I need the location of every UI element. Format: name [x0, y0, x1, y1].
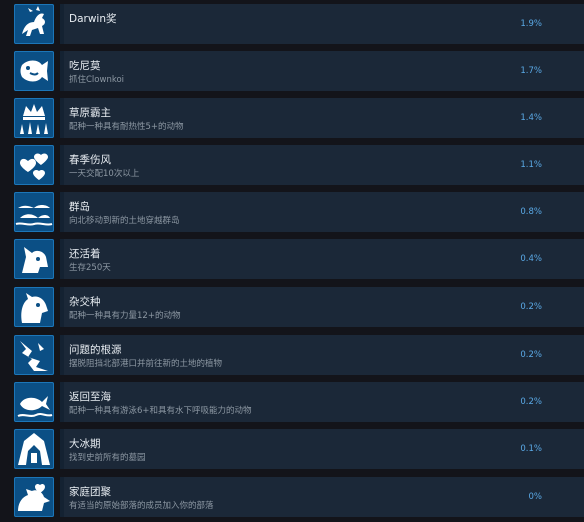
- achievement-title: Darwin奖: [69, 13, 117, 25]
- whale-icon: [14, 382, 54, 422]
- achievement-row[interactable]: 吃尼莫 抓住Clownkoi 1.7%: [14, 51, 584, 93]
- achievement-title: 家庭团聚: [69, 486, 111, 498]
- achievement-panel: 杂交种 配种一种具有力量12+的动物 0.2%: [60, 287, 584, 327]
- achievement-desc: 有适当的原始部落的成员加入你的部落: [69, 501, 214, 511]
- roots-icon: [14, 335, 54, 375]
- unlock-percent: 0.1%: [520, 444, 542, 454]
- achievement-panel: Darwin奖 1.9%: [60, 4, 584, 44]
- achievement-panel: 大冰期 找到史前所有的墓园 0.1%: [60, 429, 584, 469]
- achievement-row[interactable]: 还活着 生存250天 0.4%: [14, 239, 584, 281]
- unlock-percent: 1.7%: [520, 66, 542, 76]
- achievement-row[interactable]: 春季伤风 一天交配10次以上 1.1%: [14, 145, 584, 187]
- achievement-panel: 还活着 生存250天 0.4%: [60, 239, 584, 279]
- achievement-desc: 摆脱阻挡北部港口并前往新的土地的植物: [69, 359, 223, 369]
- achievement-title: 问题的根源: [69, 344, 122, 356]
- running-creature-icon: [14, 4, 54, 44]
- achievement-panel: 草原霸主 配种一种具有耐热性5+的动物 1.4%: [60, 98, 584, 138]
- achievement-row[interactable]: 大冰期 找到史前所有的墓园 0.1%: [14, 429, 584, 471]
- unlock-percent: 0.8%: [520, 207, 542, 217]
- achievement-row[interactable]: 杂交种 配种一种具有力量12+的动物 0.2%: [14, 287, 584, 329]
- unlock-percent: 1.1%: [520, 160, 542, 170]
- bear-icon: [14, 287, 54, 327]
- achievement-panel: 返回至海 配种一种具有游泳6+和具有水下呼吸能力的动物 0.2%: [60, 382, 584, 422]
- achievement-title: 群岛: [69, 201, 90, 213]
- achievement-row[interactable]: 家庭团聚 有适当的原始部落的成员加入你的部落 0%: [14, 477, 584, 519]
- unlock-percent: 0.2%: [520, 302, 542, 312]
- unlock-percent: 1.4%: [520, 113, 542, 123]
- achievement-desc: 配种一种具有耐热性5+的动物: [69, 122, 184, 132]
- achievement-title: 还活着: [69, 248, 101, 260]
- achievement-row[interactable]: 草原霸主 配种一种具有耐热性5+的动物 1.4%: [14, 98, 584, 140]
- unlock-percent: 0.2%: [520, 350, 542, 360]
- unlock-percent: 0.4%: [520, 254, 542, 264]
- family-icon: [14, 477, 54, 517]
- achievement-panel: 问题的根源 摆脱阻挡北部港口并前往新的土地的植物 0.2%: [60, 335, 584, 375]
- achievement-panel: 群岛 向北移动到新的土地穿越群岛 0.8%: [60, 192, 584, 232]
- achievement-title: 吃尼莫: [69, 60, 101, 72]
- achievement-row[interactable]: Darwin奖 1.9%: [14, 4, 584, 46]
- achievement-panel: 家庭团聚 有适当的原始部落的成员加入你的部落 0%: [60, 477, 584, 517]
- fish-icon: [14, 51, 54, 91]
- unlock-percent: 0%: [528, 492, 543, 502]
- achievement-row[interactable]: 群岛 向北移动到新的土地穿越群岛 0.8%: [14, 192, 584, 234]
- beast-head-icon: [14, 239, 54, 279]
- achievement-desc: 向北移动到新的土地穿越群岛: [69, 216, 180, 226]
- hearts-icon: [14, 145, 54, 185]
- achievement-title: 返回至海: [69, 391, 111, 403]
- achievement-title: 草原霸主: [69, 107, 111, 119]
- crown-icon: [14, 98, 54, 138]
- achievement-desc: 配种一种具有力量12+的动物: [69, 311, 181, 321]
- achievement-title: 大冰期: [69, 438, 101, 450]
- achievement-panel: 吃尼莫 抓住Clownkoi 1.7%: [60, 51, 584, 91]
- ice-cave-icon: [14, 429, 54, 469]
- islands-icon: [14, 192, 54, 232]
- achievement-list: Darwin奖 1.9% 吃尼莫 抓住Clownkoi 1.7% 草原霸主 配种…: [0, 0, 584, 522]
- achievement-desc: 配种一种具有游泳6+和具有水下呼吸能力的动物: [69, 406, 252, 416]
- unlock-percent: 1.9%: [520, 19, 542, 29]
- achievement-desc: 生存250天: [69, 263, 111, 273]
- achievement-row[interactable]: 返回至海 配种一种具有游泳6+和具有水下呼吸能力的动物 0.2%: [14, 382, 584, 424]
- achievement-desc: 抓住Clownkoi: [69, 75, 125, 85]
- achievement-title: 杂交种: [69, 296, 101, 308]
- achievement-panel: 春季伤风 一天交配10次以上 1.1%: [60, 145, 584, 185]
- achievement-row[interactable]: 问题的根源 摆脱阻挡北部港口并前往新的土地的植物 0.2%: [14, 335, 584, 377]
- achievement-desc: 找到史前所有的墓园: [69, 453, 146, 463]
- unlock-percent: 0.2%: [520, 397, 542, 407]
- achievement-desc: 一天交配10次以上: [69, 169, 140, 179]
- achievement-title: 春季伤风: [69, 154, 111, 166]
